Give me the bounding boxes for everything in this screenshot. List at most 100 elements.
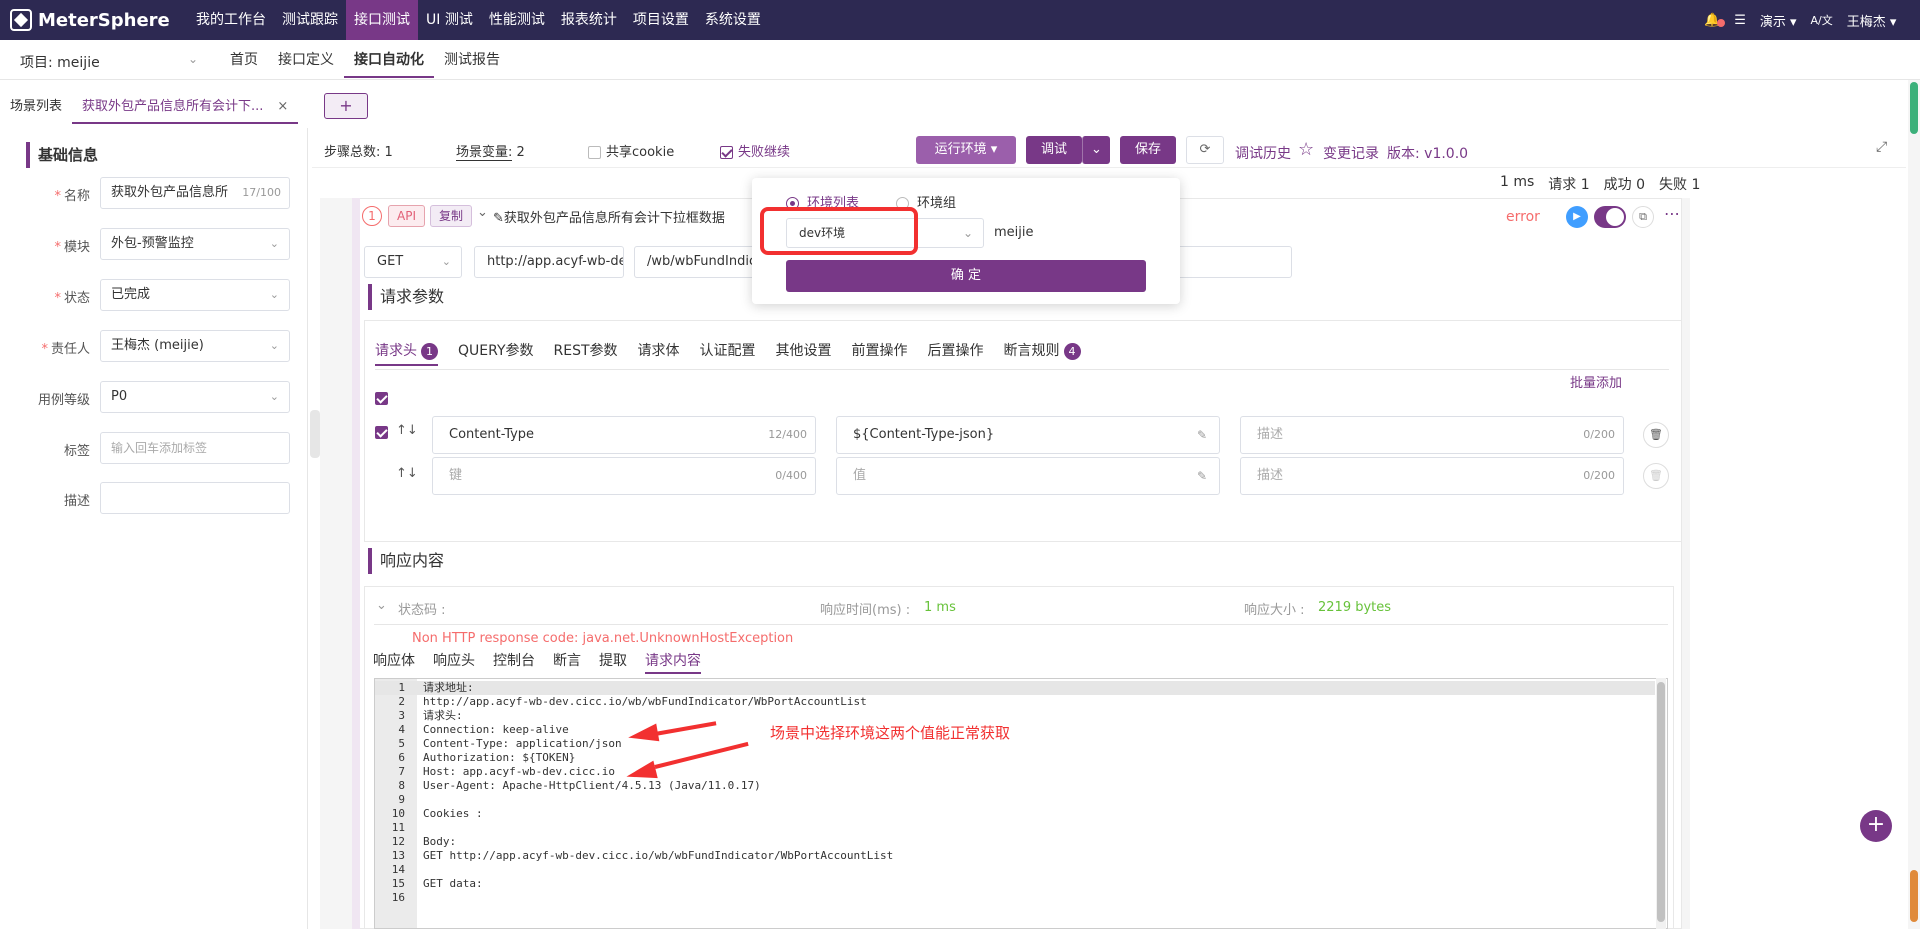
row-checkbox[interactable]	[375, 425, 393, 440]
project-select[interactable]: 项目: meijie	[20, 52, 100, 72]
annotation-text: 场景中选择环境这两个值能正常获取	[770, 724, 1011, 742]
new-header-key-input[interactable]: 键 0/400	[432, 457, 816, 495]
tab-request-body[interactable]: 请求体	[638, 336, 680, 366]
sort-arrows-icon[interactable]: ↑↓	[396, 466, 418, 481]
copy-tag[interactable]: 复制	[430, 205, 473, 227]
batch-add-link[interactable]: 批量添加	[1570, 372, 1622, 391]
refresh-icon[interactable]: ⟳	[1186, 136, 1224, 164]
tab-assertions[interactable]: 断言规则 4	[1004, 336, 1081, 366]
tab-current-scenario[interactable]: 获取外包产品信息所有会计下... ×	[72, 90, 299, 124]
brand[interactable]: MeterSphere	[10, 8, 170, 32]
chevron-down-icon: ⌄	[441, 255, 451, 268]
run-step-icon[interactable]: ▶	[1566, 206, 1588, 228]
tab-other-settings[interactable]: 其他设置	[776, 336, 832, 366]
subnav-test-report[interactable]: 测试报告	[434, 40, 510, 78]
copy-icon[interactable]: ⧉	[1632, 206, 1654, 228]
nav-test-track[interactable]: 测试跟踪	[274, 0, 346, 40]
change-log-link[interactable]: 变更记录	[1323, 143, 1379, 163]
delete-icon[interactable]: 🗑	[1643, 463, 1669, 489]
subnav-api-definition[interactable]: 接口定义	[268, 40, 344, 78]
tags-input[interactable]: 输入回车添加标签	[100, 432, 290, 464]
tab-post-ops[interactable]: 后置操作	[928, 336, 984, 366]
name-input[interactable]: 获取外包产品信息所 17/100	[100, 177, 290, 209]
steps-total: 步骤总数: 1	[324, 145, 393, 160]
user-menu[interactable]: 王梅杰 ▾	[1847, 11, 1897, 30]
add-step-button[interactable]: +	[1860, 810, 1892, 842]
highlight-box	[760, 207, 918, 255]
nav-ui-test[interactable]: UI 测试	[418, 0, 481, 40]
owner-select[interactable]: 王梅杰 (meijie) ⌄	[100, 330, 290, 362]
nav-report[interactable]: 报表统计	[553, 0, 625, 40]
header-value-input[interactable]: ${Content-Type-json} ✎	[836, 416, 1220, 454]
tab-scene-list[interactable]: 场景列表	[0, 90, 72, 124]
edit-icon: ✎	[1196, 469, 1207, 483]
fail-continue-checkbox[interactable]: 失败继续	[720, 141, 790, 160]
step-name[interactable]: ✎获取外包产品信息所有会计下拉框数据	[493, 207, 725, 226]
more-icon[interactable]: ⋯	[1664, 204, 1680, 223]
subnav-api-automation[interactable]: 接口自动化	[344, 40, 434, 78]
new-header-desc-input[interactable]: 描述 0/200	[1240, 457, 1624, 495]
nav-api-test[interactable]: 接口测试	[346, 0, 418, 40]
status-select[interactable]: 已完成 ⌄	[100, 279, 290, 311]
share-cookie-checkbox[interactable]: 共享cookie	[588, 141, 674, 160]
request-content-editor[interactable]: 1 请求地址: 2 http://app.acyf-wb-dev.cicc.io/w…	[374, 678, 1668, 929]
nav-system-settings[interactable]: 系统设置	[697, 0, 769, 40]
tab-response-body[interactable]: 响应体	[373, 648, 415, 674]
page-scrollbar[interactable]	[1908, 80, 1920, 929]
tab-extract[interactable]: 提取	[599, 648, 627, 674]
tab-auth[interactable]: 认证配置	[700, 336, 756, 366]
code-line: 3 请求头:	[398, 709, 463, 722]
code-scrollbar[interactable]	[1656, 678, 1666, 929]
debug-dropdown-icon[interactable]: ⌄	[1082, 136, 1110, 164]
nav-performance[interactable]: 性能测试	[481, 0, 553, 40]
scene-vars[interactable]: 场景变量: 2	[456, 141, 525, 161]
tab-console[interactable]: 控制台	[493, 648, 535, 674]
tab-request-content[interactable]: 请求内容	[645, 648, 701, 674]
sort-arrows-icon[interactable]: ↑↓	[396, 423, 418, 438]
code-line: 4 Connection: keep-alive	[398, 723, 569, 736]
language-icon[interactable]: A/文	[1811, 12, 1833, 28]
collapse-handle[interactable]	[310, 410, 320, 458]
code-line: 5 Content-Type: application/json	[398, 737, 622, 750]
level-label: 用例等级	[37, 393, 90, 408]
delete-icon[interactable]: 🗑	[1643, 422, 1669, 448]
level-select[interactable]: P0 ⌄	[100, 381, 290, 413]
tab-rest-params[interactable]: REST参数	[554, 336, 618, 366]
nav-workbench[interactable]: 我的工作台	[188, 0, 274, 40]
request-tabs: 请求头 1 QUERY参数 REST参数 请求体 认证配置 其他设置 前置操作 后…	[375, 336, 1081, 366]
tab-response-headers[interactable]: 响应头	[433, 648, 475, 674]
expand-icon[interactable]: ⌄	[477, 205, 488, 220]
domain-input[interactable]: http://app.acyf-wb-de	[474, 246, 624, 278]
save-button[interactable]: 保存	[1120, 136, 1176, 164]
new-header-value-input[interactable]: 值 ✎	[836, 457, 1220, 495]
chevron-down-icon[interactable]: ⌄	[188, 52, 198, 66]
enable-toggle[interactable]	[1594, 206, 1626, 228]
tab-request-headers[interactable]: 请求头 1	[375, 336, 438, 366]
select-all-checkbox[interactable]	[375, 391, 393, 406]
desc-textarea[interactable]	[100, 482, 290, 514]
method-select[interactable]: GET ⌄	[364, 246, 462, 278]
module-select[interactable]: 外包-预警监控 ⌄	[100, 228, 290, 260]
tab-assert[interactable]: 断言	[553, 648, 581, 674]
confirm-button[interactable]: 确 定	[786, 260, 1146, 292]
debug-history-link[interactable]: 调试历史	[1235, 143, 1291, 163]
debug-button[interactable]: 调试	[1026, 136, 1082, 164]
tab-query-params[interactable]: QUERY参数	[458, 336, 534, 366]
add-tab-button[interactable]: +	[324, 93, 368, 119]
run-env-button[interactable]: 运行环境 ▾	[916, 136, 1016, 164]
tab-pre-ops[interactable]: 前置操作	[852, 336, 908, 366]
list-icon[interactable]: ☰	[1734, 13, 1746, 28]
nav-project-settings[interactable]: 项目设置	[625, 0, 697, 40]
brand-name: MeterSphere	[38, 9, 170, 31]
fullscreen-icon[interactable]: ⤢	[1876, 139, 1887, 155]
workspace-select[interactable]: 演示 ▾	[1760, 11, 1797, 30]
close-icon[interactable]: ×	[277, 99, 288, 114]
bell-icon[interactable]: 🔔	[1704, 13, 1726, 28]
subnav-home[interactable]: 首页	[220, 40, 268, 78]
header-key-input[interactable]: Content-Type 12/400	[432, 416, 816, 454]
code-line: 11	[391, 821, 405, 834]
header-desc-input[interactable]: 描述 0/200	[1240, 416, 1624, 454]
version-link[interactable]: 版本: v1.0.0	[1387, 143, 1468, 163]
collapse-icon[interactable]: ⌄	[376, 598, 387, 613]
star-icon[interactable]: ☆	[1298, 139, 1314, 160]
